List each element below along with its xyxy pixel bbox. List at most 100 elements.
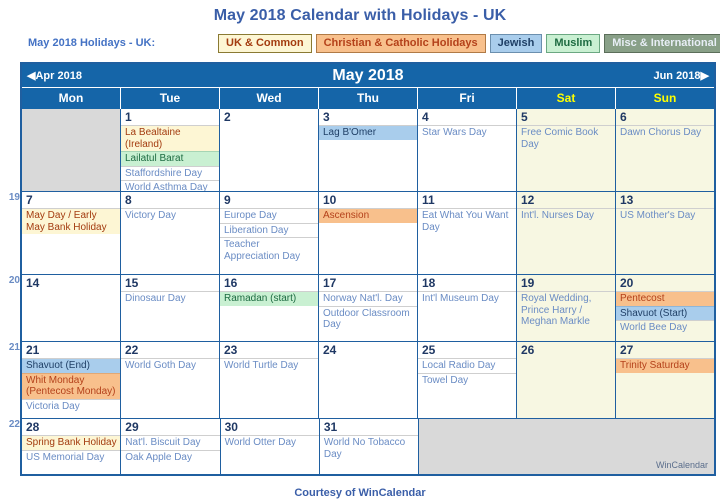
event-christian[interactable]: Ascension bbox=[319, 208, 417, 223]
calendar: ◀Apr 2018 May 2018 Jun 2018▶ Mon Tue Wed Th… bbox=[9, 62, 716, 476]
weekday-header-sun: Sun bbox=[653, 91, 677, 105]
day-number: 1 bbox=[125, 110, 132, 124]
event-misc[interactable]: Victory Day bbox=[121, 208, 219, 223]
day-number: 13 bbox=[620, 193, 634, 207]
day-cell[interactable]: 17 Norway Nat'l. Day Outdoor Classroom Day bbox=[319, 275, 418, 341]
event-uk[interactable]: Spring Bank Holiday bbox=[22, 435, 121, 450]
event-jewish[interactable]: Shavuot (Start) bbox=[616, 305, 714, 320]
day-cell[interactable]: 18 Int'l Museum Day bbox=[418, 275, 517, 341]
week-number: 22 bbox=[8, 419, 20, 430]
event-misc[interactable]: Staffordshire Day bbox=[121, 165, 219, 181]
day-cell[interactable]: 19 Royal Wedding, Prince Harry / Meghan M… bbox=[517, 275, 616, 341]
event-christian[interactable]: Pentecost bbox=[616, 291, 714, 306]
event-misc[interactable]: World Asthma Day bbox=[121, 180, 219, 191]
day-number: 7 bbox=[26, 193, 33, 207]
day-cell[interactable]: 30 World Otter Day bbox=[220, 419, 320, 474]
event-misc[interactable]: Teacher Appreciation Day bbox=[220, 237, 318, 263]
event-misc[interactable]: Int'l. Nurses Day bbox=[517, 208, 615, 223]
day-cell[interactable]: 20 Pentecost Shavuot (Start) World Bee Day bbox=[616, 275, 714, 341]
event-list: Trinity Saturday bbox=[616, 358, 714, 373]
day-cell[interactable]: 2 bbox=[220, 109, 319, 191]
legend-chip-misc[interactable]: Misc & International bbox=[604, 33, 720, 53]
event-misc[interactable]: Free Comic Book Day bbox=[517, 125, 615, 151]
event-misc[interactable]: Dawn Chorus Day bbox=[616, 125, 714, 140]
month-navigation-bar: ◀Apr 2018 May 2018 Jun 2018▶ bbox=[22, 64, 714, 88]
legend-chip-uk[interactable]: UK & Common bbox=[218, 33, 312, 53]
event-list: World Otter Day bbox=[220, 435, 319, 450]
event-misc[interactable]: Eat What You Want Day bbox=[418, 208, 516, 234]
event-misc[interactable]: US Memorial Day bbox=[22, 449, 121, 465]
event-list: La Bealtaine (Ireland) Lailatul Barat Staf… bbox=[121, 125, 219, 191]
day-cell[interactable]: 4 Star Wars Day bbox=[418, 109, 517, 191]
event-uk[interactable]: May Day / Early May Bank Holiday bbox=[22, 208, 120, 234]
event-misc[interactable]: Outdoor Classroom Day bbox=[319, 305, 417, 332]
event-christian[interactable]: Trinity Saturday bbox=[616, 358, 714, 373]
event-christian[interactable]: Whit Monday (Pentecost Monday) bbox=[22, 372, 120, 399]
event-list: Royal Wedding, Prince Harry / Meghan Mar… bbox=[517, 291, 615, 329]
next-month-button[interactable]: Jun 2018▶ bbox=[648, 69, 714, 82]
day-number: 16 bbox=[224, 276, 238, 290]
prev-month-button[interactable]: ◀Apr 2018 bbox=[22, 69, 87, 82]
day-cell[interactable]: 15 Dinosaur Day bbox=[121, 275, 220, 341]
day-cell[interactable]: 31 World No Tobacco Day bbox=[319, 419, 420, 474]
event-misc[interactable]: Victoria Day bbox=[22, 398, 120, 414]
day-cell[interactable]: 14 bbox=[22, 275, 121, 341]
day-cell[interactable]: 10 Ascension bbox=[319, 192, 418, 274]
event-list: Eat What You Want Day bbox=[418, 208, 516, 234]
day-number: 3 bbox=[323, 110, 330, 124]
event-misc[interactable]: US Mother's Day bbox=[616, 208, 714, 223]
day-cell[interactable]: 12 Int'l. Nurses Day bbox=[517, 192, 616, 274]
day-cell[interactable]: 28 Spring Bank Holiday US Memorial Day bbox=[22, 419, 122, 474]
day-cell[interactable]: 26 bbox=[517, 342, 616, 418]
event-misc[interactable]: Star Wars Day bbox=[418, 125, 516, 140]
event-list: Nat'l. Biscuit Day Oak Apple Day bbox=[121, 435, 220, 465]
event-misc[interactable]: Int'l Museum Day bbox=[418, 291, 516, 306]
event-misc[interactable]: Liberation Day bbox=[220, 222, 318, 238]
day-cell[interactable]: 23 World Turtle Day bbox=[220, 342, 319, 418]
event-misc[interactable]: World Goth Day bbox=[121, 358, 219, 373]
event-misc[interactable]: Royal Wedding, Prince Harry / Meghan Mar… bbox=[517, 291, 615, 329]
event-misc[interactable]: World Bee Day bbox=[616, 320, 714, 335]
event-muslim[interactable]: Lailatul Barat bbox=[121, 151, 219, 166]
day-cell[interactable]: 25 Local Radio Day Towel Day bbox=[418, 342, 517, 418]
event-misc[interactable]: Norway Nat'l. Day bbox=[319, 291, 417, 306]
day-cell[interactable]: 6 Dawn Chorus Day bbox=[616, 109, 714, 191]
day-cell[interactable]: 27 Trinity Saturday bbox=[616, 342, 714, 418]
day-cell[interactable]: 16 Ramadan (start) bbox=[220, 275, 319, 341]
day-cell[interactable]: 8 Victory Day bbox=[121, 192, 220, 274]
day-number: 29 bbox=[125, 420, 139, 434]
day-number: 15 bbox=[125, 276, 139, 290]
event-misc[interactable]: Europe Day bbox=[220, 208, 318, 223]
event-misc[interactable]: World Turtle Day bbox=[220, 358, 318, 373]
event-misc[interactable]: Towel Day bbox=[418, 372, 516, 388]
event-misc[interactable]: Oak Apple Day bbox=[121, 449, 220, 465]
day-cell[interactable]: 21 Shavuot (End) Whit Monday (Pentecost Mo… bbox=[22, 342, 121, 418]
event-misc[interactable]: World No Tobacco Day bbox=[319, 435, 419, 461]
day-cell[interactable]: 7 May Day / Early May Bank Holiday bbox=[22, 192, 121, 274]
legend-chip-muslim[interactable]: Muslim bbox=[546, 33, 601, 53]
event-jewish[interactable]: Shavuot (End) bbox=[22, 358, 120, 373]
day-cell[interactable]: 29 Nat'l. Biscuit Day Oak Apple Day bbox=[121, 419, 221, 474]
day-cell[interactable]: 22 World Goth Day bbox=[121, 342, 220, 418]
week-number: 20 bbox=[8, 275, 20, 286]
day-number: 20 bbox=[620, 276, 634, 290]
event-list: Int'l Museum Day bbox=[418, 291, 516, 306]
event-uk[interactable]: La Bealtaine (Ireland) bbox=[121, 125, 219, 151]
day-number: 18 bbox=[422, 276, 436, 290]
day-cell[interactable]: 11 Eat What You Want Day bbox=[418, 192, 517, 274]
legend-chip-jewish[interactable]: Jewish bbox=[489, 33, 543, 53]
day-cell[interactable]: 5 Free Comic Book Day bbox=[517, 109, 616, 191]
day-cell[interactable]: 9 Europe Day Liberation Day Teacher Appreci… bbox=[220, 192, 319, 274]
day-number: 22 bbox=[125, 343, 139, 357]
event-misc[interactable]: World Otter Day bbox=[220, 435, 319, 450]
day-cell[interactable]: 3 Lag B'Omer bbox=[319, 109, 418, 191]
day-cell[interactable]: 24 bbox=[319, 342, 418, 418]
event-misc[interactable]: Local Radio Day bbox=[418, 358, 516, 373]
day-cell[interactable]: 1 La Bealtaine (Ireland) Lailatul Barat Sta… bbox=[121, 109, 220, 191]
day-cell[interactable]: 13 US Mother's Day bbox=[616, 192, 714, 274]
event-jewish[interactable]: Lag B'Omer bbox=[319, 125, 417, 140]
legend-chip-christian[interactable]: Christian & Catholic Holidays bbox=[315, 33, 486, 53]
event-misc[interactable]: Dinosaur Day bbox=[121, 291, 219, 306]
event-muslim[interactable]: Ramadan (start) bbox=[220, 291, 318, 306]
event-misc[interactable]: Nat'l. Biscuit Day bbox=[121, 435, 220, 450]
